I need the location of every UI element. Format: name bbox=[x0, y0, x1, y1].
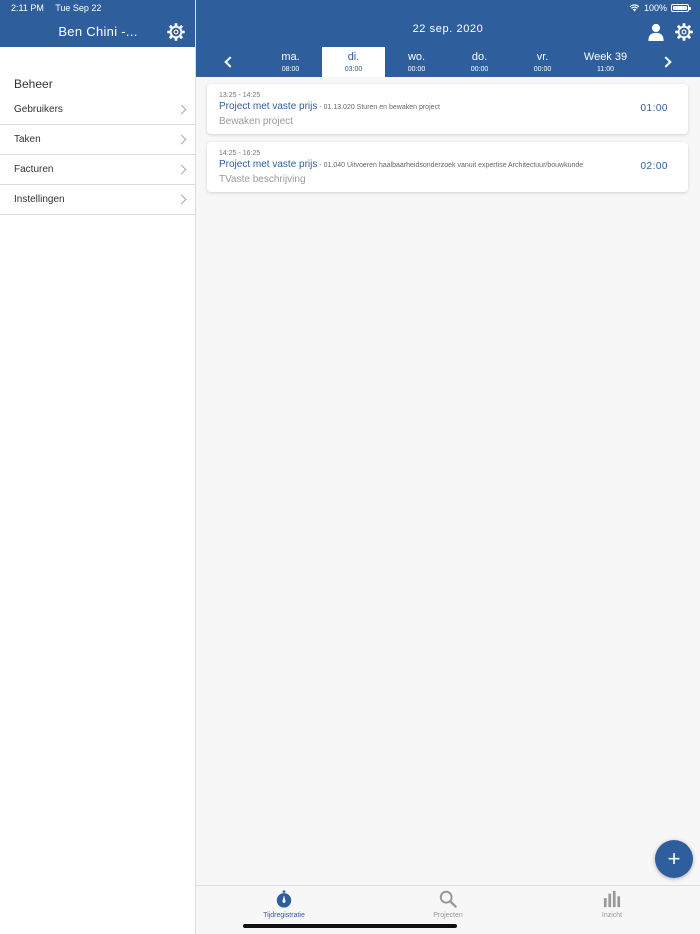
gear-icon[interactable] bbox=[674, 22, 694, 42]
status-date: Tue Sep 22 bbox=[55, 3, 102, 13]
chevron-right-icon bbox=[176, 194, 187, 205]
day-total: 03:00 bbox=[344, 66, 363, 73]
time-entry-card[interactable]: 14:25 - 16:25 Project met vaste prijs - … bbox=[207, 142, 688, 192]
plus-icon: + bbox=[667, 846, 681, 871]
day-name: do. bbox=[471, 51, 488, 63]
day-tab-monday[interactable]: ma. 08:00 bbox=[259, 47, 322, 77]
week-total[interactable]: Week 39 11:00 bbox=[574, 47, 637, 77]
day-tab-tuesday[interactable]: di. 03:00 bbox=[322, 47, 385, 77]
entry-project-line: Project met vaste prijs - 01.040 Uitvoer… bbox=[219, 158, 618, 173]
entry-time-range: 13:25 - 14:25 bbox=[219, 92, 261, 99]
sidebar-menu: Gebruikers Taken Facturen Instellingen bbox=[0, 95, 196, 215]
day-name: vr. bbox=[536, 51, 549, 63]
day-total: 00:00 bbox=[407, 66, 426, 73]
sidebar: Ben Chini -... Beheer Gebruikers Taken F… bbox=[0, 0, 196, 934]
gear-icon[interactable] bbox=[166, 22, 186, 42]
sidebar-item-label: Gebruikers bbox=[14, 104, 63, 115]
previous-week-button[interactable] bbox=[213, 47, 243, 77]
entry-description: Bewaken project bbox=[219, 116, 293, 127]
entry-project: Project met vaste prijs bbox=[219, 101, 318, 112]
sidebar-item-instellingen[interactable]: Instellingen bbox=[0, 185, 196, 215]
wifi-icon bbox=[629, 4, 640, 12]
time-entry-card[interactable]: 13:25 - 14:25 Project met vaste prijs - … bbox=[207, 84, 688, 134]
tab-label: Tijdregistratie bbox=[263, 912, 305, 919]
day-total: 00:00 bbox=[533, 66, 552, 73]
chevron-right-icon bbox=[176, 134, 187, 145]
status-time: 2:11 PM bbox=[11, 3, 44, 13]
week-navigation: ma. 08:00 di. 03:00 wo. 00:00 do. 00:00 … bbox=[196, 47, 700, 77]
bar-chart-icon bbox=[603, 890, 621, 908]
stopwatch-icon bbox=[276, 890, 292, 908]
user-icon[interactable] bbox=[647, 23, 665, 41]
day-tab-wednesday[interactable]: wo. 00:00 bbox=[385, 47, 448, 77]
entry-project-line: Project met vaste prijs - 01.13.020 Stur… bbox=[219, 100, 618, 115]
main-panel: 22 sep. 2020 ma. 08:00 di. 03:00 wo. 00:… bbox=[196, 0, 700, 934]
app-screen: 2:11 PM Tue Sep 22 100% Ben Chini -... B… bbox=[0, 0, 700, 934]
week-label: Week 39 bbox=[583, 51, 628, 63]
sidebar-item-facturen[interactable]: Facturen bbox=[0, 155, 196, 185]
battery-percentage: 100% bbox=[643, 3, 667, 13]
status-bar-left: 2:11 PM Tue Sep 22 bbox=[11, 3, 110, 13]
search-icon bbox=[439, 890, 457, 908]
sidebar-item-label: Facturen bbox=[14, 164, 54, 175]
tab-inzicht[interactable]: Inzicht bbox=[552, 890, 672, 919]
tab-label: Projecten bbox=[433, 912, 463, 919]
tab-tijdregistratie[interactable]: Tijdregistratie bbox=[224, 890, 344, 919]
section-title-beheer: Beheer bbox=[14, 77, 53, 91]
time-entries-list: 13:25 - 14:25 Project met vaste prijs - … bbox=[207, 84, 688, 200]
sidebar-item-label: Taken bbox=[14, 134, 41, 145]
home-indicator bbox=[243, 924, 457, 928]
main-header: 22 sep. 2020 ma. 08:00 di. 03:00 wo. 00:… bbox=[196, 0, 700, 77]
chevron-right-icon bbox=[176, 104, 187, 115]
entry-duration: 01:00 bbox=[640, 103, 668, 114]
day-total: 00:00 bbox=[470, 66, 489, 73]
entry-task: - 01.040 Uitvoeren haalbaarheidsonderzoe… bbox=[317, 162, 584, 169]
week-total-hours: 11:00 bbox=[597, 66, 614, 73]
entry-task: - 01.13.020 Sturen en bewaken project bbox=[317, 104, 440, 111]
sidebar-item-label: Instellingen bbox=[14, 194, 65, 205]
battery-icon bbox=[671, 4, 691, 12]
day-tab-friday[interactable]: vr. 00:00 bbox=[511, 47, 574, 77]
tab-label: Inzicht bbox=[601, 912, 623, 919]
sidebar-item-gebruikers[interactable]: Gebruikers bbox=[0, 95, 196, 125]
entry-project: Project met vaste prijs bbox=[219, 159, 318, 170]
day-name: di. bbox=[347, 51, 360, 63]
entry-description: TVaste beschrijving bbox=[219, 174, 306, 185]
add-entry-button[interactable]: + bbox=[655, 840, 693, 878]
tab-projecten[interactable]: Projecten bbox=[388, 890, 508, 919]
status-bar-right: 100% bbox=[629, 3, 691, 13]
entry-time-range: 14:25 - 16:25 bbox=[219, 150, 261, 157]
chevron-right-icon bbox=[176, 164, 187, 175]
chevron-right-icon bbox=[660, 56, 672, 68]
day-tab-thursday[interactable]: do. 00:00 bbox=[448, 47, 511, 77]
sidebar-item-taken[interactable]: Taken bbox=[0, 125, 196, 155]
next-week-button[interactable] bbox=[653, 47, 683, 77]
day-name: wo. bbox=[407, 51, 426, 63]
page-title[interactable]: 22 sep. 2020 bbox=[196, 23, 700, 35]
entry-duration: 02:00 bbox=[640, 161, 668, 172]
day-total: 08:00 bbox=[281, 66, 300, 73]
day-name: ma. bbox=[281, 51, 300, 63]
chevron-left-icon bbox=[224, 56, 236, 68]
